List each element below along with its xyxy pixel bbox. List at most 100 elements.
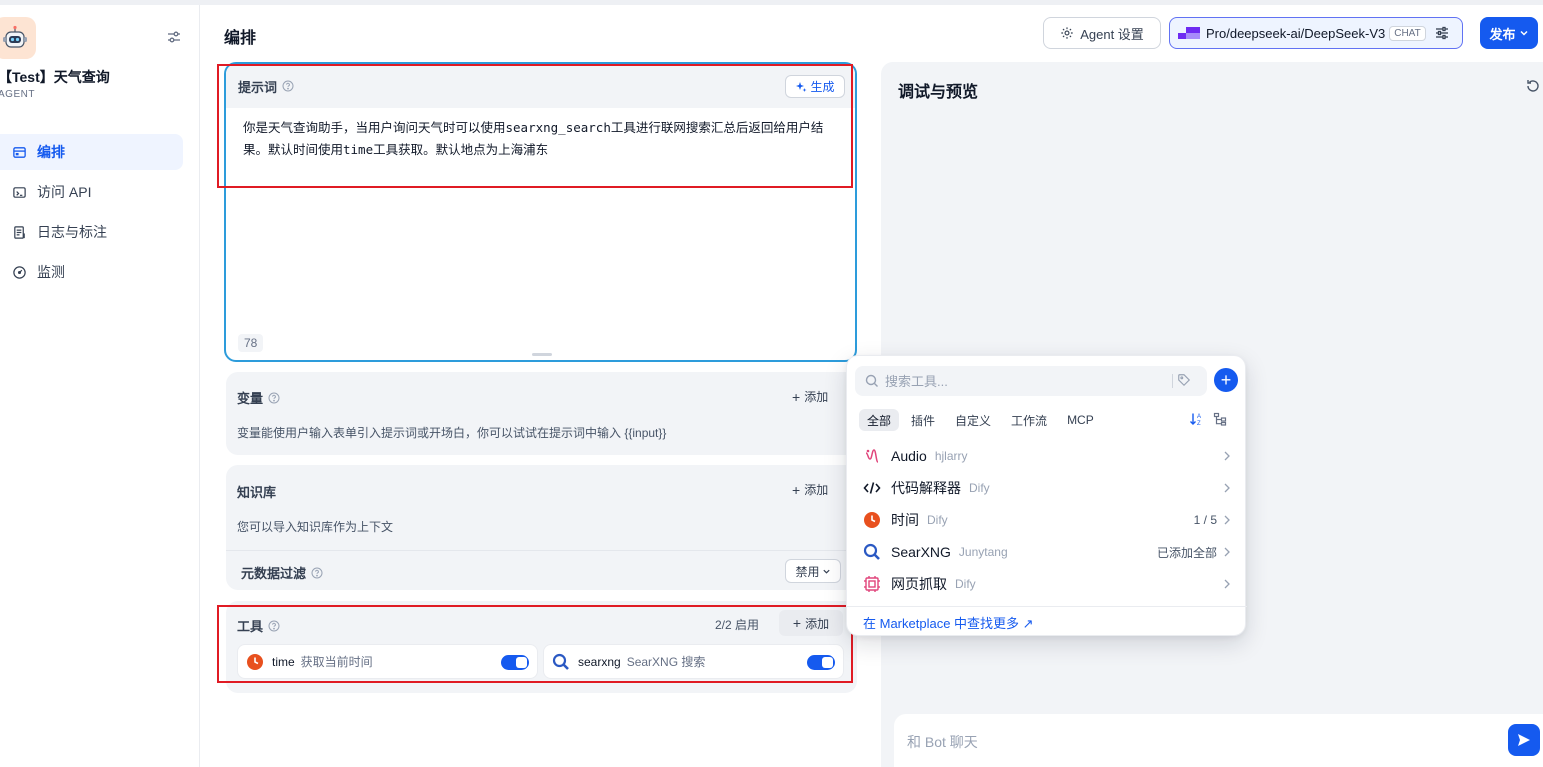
magnifier-icon [863,543,880,560]
help-icon[interactable] [311,567,323,579]
gauge-icon [13,265,26,279]
variables-description: 变量能使用户输入表单引入提示词或开场白，你可以试试在提示词中输入 {{input… [237,426,667,440]
add-label: 添加 [804,483,829,497]
add-knowledge-button[interactable]: + 添加 [792,481,828,498]
list-item-audio[interactable]: Audio hjlarry [847,440,1247,472]
help-icon[interactable] [268,392,280,404]
list-item-time[interactable]: 时间 Dify 1 / 5 [847,504,1247,536]
help-icon[interactable] [268,620,280,632]
tune-icon[interactable] [1434,25,1450,41]
create-tool-button[interactable]: + [1214,368,1238,392]
clock-icon [864,512,880,528]
variables-title: 变量 [237,388,280,407]
publish-label: 发布 [1489,26,1516,42]
marketplace-link[interactable]: 在 Marketplace 中查找更多 ↗ [863,613,1034,632]
svg-text:Z: Z [1197,421,1201,427]
divider [226,550,857,551]
agent-settings-button[interactable]: Agent 设置 [1043,17,1161,49]
variables-label: 变量 [237,391,264,406]
prompt-textarea[interactable]: 你是天气查询助手，当用户询问天气时可以使用searxng_search工具进行联… [243,117,843,161]
list-item-code-interpreter[interactable]: 代码解释器 Dify [847,472,1247,504]
sidebar-item-orchestrate[interactable]: 编排 [0,134,183,170]
metadata-filter-title: 元数据过滤 [241,563,323,582]
refresh-icon[interactable] [1525,78,1541,94]
tab-workflow[interactable]: 工作流 [1003,409,1055,431]
search-icon [865,374,878,387]
chevron-right-icon [1224,579,1230,589]
list-item-web-scraper[interactable]: 网页抓取 Dify [847,568,1247,600]
tool-search-input[interactable] [885,373,1165,389]
plus-icon: + [792,481,801,498]
tab-mcp[interactable]: MCP [1059,409,1102,431]
siliconflow-logo-icon [1178,27,1200,39]
tool-picker-list: Audio hjlarry 代码解释器 Dify 时间 Dify 1 / 5 S… [847,440,1247,600]
terminal-icon [13,186,26,198]
tag-icon[interactable] [1177,373,1191,387]
add-tool-button[interactable]: + 添加 [779,610,843,636]
sort-icon[interactable]: AZ [1189,411,1205,427]
list-item-searxng[interactable]: SearXNG Junytang 已添加全部 [847,536,1247,568]
sidebar-item-label: 编排 [37,144,65,160]
app-settings-icon[interactable] [166,29,182,45]
prompt-header: 提示词 [226,64,855,108]
generate-button[interactable]: 生成 [785,75,845,98]
plus-icon: + [792,388,801,405]
plus-icon: + [1220,370,1232,390]
tab-all[interactable]: 全部 [859,409,900,431]
code-icon [863,482,881,494]
help-icon[interactable] [282,80,294,92]
gear-icon [1061,27,1073,39]
tool-name: 代码解释器 [891,480,961,496]
tree-view-icon[interactable] [1213,412,1227,426]
audio-icon [865,449,879,463]
add-variable-button[interactable]: + 添加 [792,388,828,405]
tool-name: time [272,654,295,669]
orchestrate-icon [13,146,26,158]
app-avatar [0,17,36,59]
tool-item-searxng[interactable]: searxng SearXNG 搜索 [543,644,844,679]
sidebar-item-label: 日志与标注 [37,224,107,240]
tool-picker-tabs: 全部 插件 自定义 工作流 MCP [859,409,1106,431]
sidebar: 【Test】天气查询 AGENT 编排 访问 API 日志与标注 监测 [0,5,200,767]
tab-plugins[interactable]: 插件 [903,409,943,431]
tool-toggle[interactable] [807,655,835,670]
tool-name: 时间 [891,512,919,528]
variables-card: 变量 + 添加 变量能使用户输入表单引入提示词或开场白，你可以试试在提示词中输入… [226,372,857,455]
add-label: 添加 [805,616,830,631]
sidebar-item-label: 访问 API [37,184,92,200]
agent-settings-label: Agent 设置 [1080,26,1144,42]
tool-name: 网页抓取 [891,576,947,592]
document-icon [14,225,25,239]
tool-name: Audio [891,448,927,464]
tools-label: 工具 [237,619,264,634]
sidebar-item-monitor[interactable]: 监测 [0,254,183,290]
tool-author: Junytang [958,545,1008,559]
metadata-filter-value: 禁用 [795,564,820,579]
tool-author: Dify [927,513,948,527]
sidebar-item-api[interactable]: 访问 API [0,174,183,210]
top-strip [0,0,1543,5]
web-scraper-icon [864,576,880,592]
chat-input[interactable]: 和 Bot 聊天 [894,714,1543,767]
metadata-filter-select[interactable]: 禁用 [785,559,841,583]
chevron-down-icon [1519,30,1528,36]
magnifier-icon [552,653,569,670]
chevron-right-icon [1224,547,1230,557]
add-label: 添加 [804,390,829,404]
tab-custom[interactable]: 自定义 [947,409,999,431]
model-selector[interactable]: Pro/deepseek-ai/DeepSeek-V3 CHAT [1169,17,1463,49]
tool-item-time[interactable]: time 获取当前时间 [237,644,538,679]
sidebar-item-logs[interactable]: 日志与标注 [0,214,183,250]
tool-toggle[interactable] [501,655,529,670]
resize-handle[interactable] [532,353,552,356]
tools-card: 工具 2/2 启用 + 添加 time 获取当前时间 searxng SearX… [226,601,857,693]
send-button[interactable] [1508,724,1540,756]
page-title: 编排 [224,30,257,47]
tool-author: Dify [969,481,990,495]
tool-description: SearXNG 搜索 [626,655,706,669]
send-icon [1518,734,1530,746]
metadata-filter-label: 元数据过滤 [241,566,307,581]
knowledge-description: 您可以导入知识库作为上下文 [237,520,394,534]
publish-button[interactable]: 发布 [1480,17,1538,49]
chevron-right-icon [1224,483,1230,493]
